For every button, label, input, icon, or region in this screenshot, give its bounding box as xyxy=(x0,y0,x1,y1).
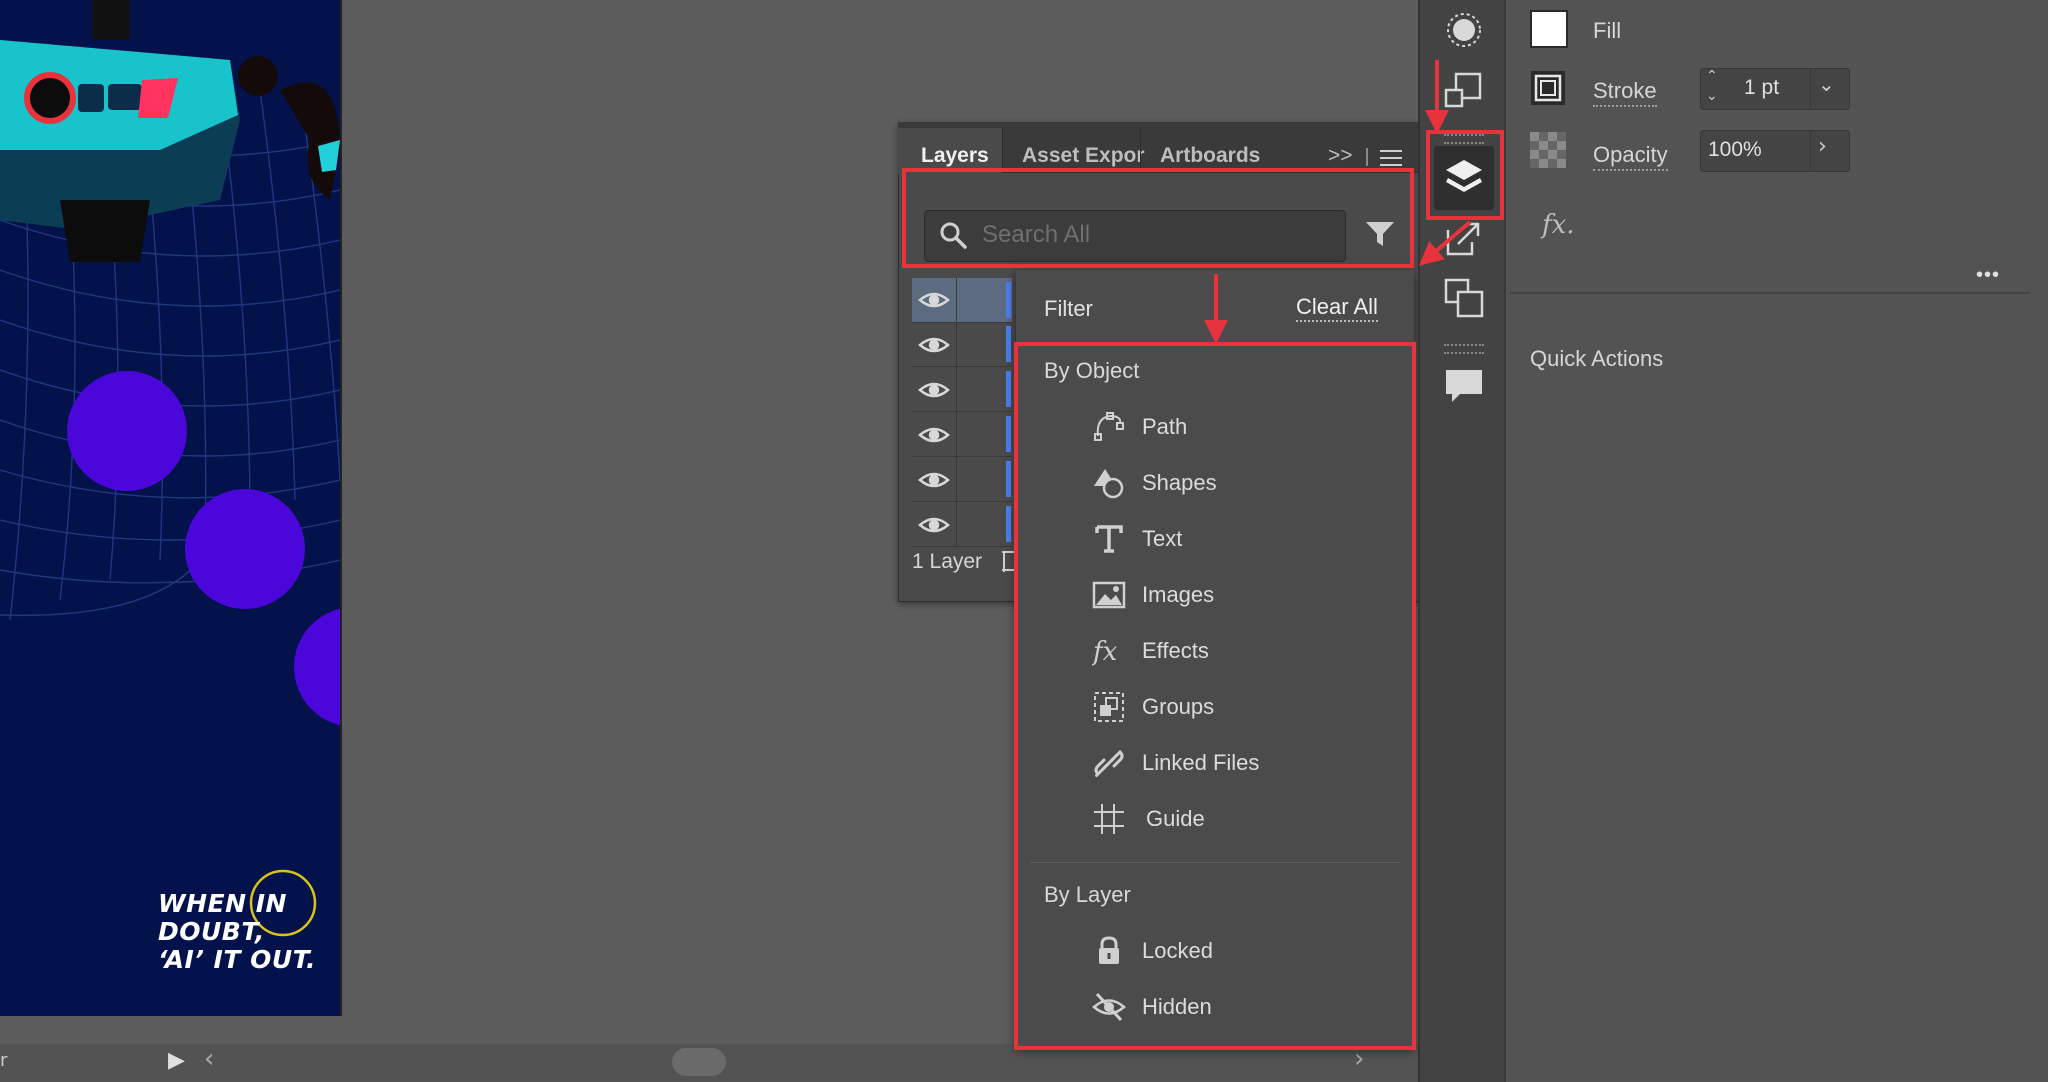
artboard-canvas[interactable]: WHEN IN DOUBT, ‘AI’ IT OUT. xyxy=(0,0,342,1016)
annotation-highlight-search xyxy=(902,168,1414,268)
stroke-swatch[interactable] xyxy=(1530,70,1566,106)
tab-asset-export[interactable]: Asset Expor xyxy=(1022,144,1145,168)
layer-color-bar xyxy=(1006,461,1011,497)
eye-icons-column xyxy=(918,292,950,533)
field-divider xyxy=(1810,130,1811,170)
opacity-label[interactable]: Opacity xyxy=(1593,142,1668,171)
export-icon[interactable] xyxy=(1442,216,1486,260)
play-icon[interactable]: ▶ xyxy=(168,1048,185,1073)
poster-line-3: ‘AI’ IT OUT. xyxy=(158,945,316,974)
panel-overflow-button[interactable]: >> xyxy=(1328,144,1353,168)
layer-count: 1 Layer xyxy=(912,550,983,573)
poster-slogan: WHEN IN DOUBT, ‘AI’ IT OUT. xyxy=(158,890,316,974)
chevron-right-icon[interactable]: › xyxy=(1818,134,1827,159)
layer-color-bar xyxy=(1006,326,1011,362)
fill-swatch[interactable] xyxy=(1530,10,1568,48)
comments-icon[interactable] xyxy=(1442,364,1486,408)
artboard-artwork xyxy=(0,0,340,937)
tab-divider xyxy=(1002,128,1003,172)
poster-line-2: DOUBT, xyxy=(158,917,265,946)
fx-button[interactable]: fx. xyxy=(1542,210,1575,240)
stroke-stepper-icon[interactable]: ⌃ ⌄ xyxy=(1706,66,1718,106)
fill-label: Fill xyxy=(1593,18,1622,43)
transform-icon[interactable] xyxy=(1442,68,1486,112)
stroke-label[interactable]: Stroke xyxy=(1593,78,1657,107)
tab-divider xyxy=(1366,148,1368,166)
layer-color-bar xyxy=(1006,282,1011,318)
opacity-value: 100% xyxy=(1708,138,1762,161)
section-divider xyxy=(1510,292,2030,294)
panel-grip[interactable] xyxy=(1444,344,1484,354)
stroke-weight-value: 1 pt xyxy=(1744,76,1780,99)
horizontal-scrollbar-thumb[interactable] xyxy=(672,1048,726,1076)
status-fragment: r xyxy=(0,1050,8,1071)
poster-line-1: WHEN IN xyxy=(158,889,287,918)
tab-divider xyxy=(1140,128,1141,172)
layer-color-bar xyxy=(1006,371,1011,407)
annotation-highlight-filter-menu xyxy=(1014,342,1416,1050)
opacity-swatch-icon[interactable] xyxy=(1530,132,1566,168)
artboards-icon[interactable] xyxy=(1442,276,1486,320)
panel-menu-icon[interactable] xyxy=(1380,148,1404,168)
chevron-down-icon[interactable]: ⌄ xyxy=(1818,72,1835,96)
more-options-button[interactable]: ••• xyxy=(1976,264,2000,287)
layer-color-bar xyxy=(1006,506,1011,542)
clear-all-button[interactable]: Clear All xyxy=(1296,294,1378,322)
tab-layers[interactable]: Layers xyxy=(921,144,989,168)
filter-title: Filter xyxy=(1044,296,1093,321)
annotation-highlight-layers-button xyxy=(1426,130,1504,220)
field-divider xyxy=(1810,68,1811,108)
scroll-left-icon[interactable]: ‹ xyxy=(204,1044,214,1074)
quick-actions-heading: Quick Actions xyxy=(1530,346,1664,371)
appearance-icon[interactable] xyxy=(1442,8,1486,52)
tab-artboards[interactable]: Artboards xyxy=(1160,144,1260,168)
layer-color-bar xyxy=(1006,416,1011,452)
